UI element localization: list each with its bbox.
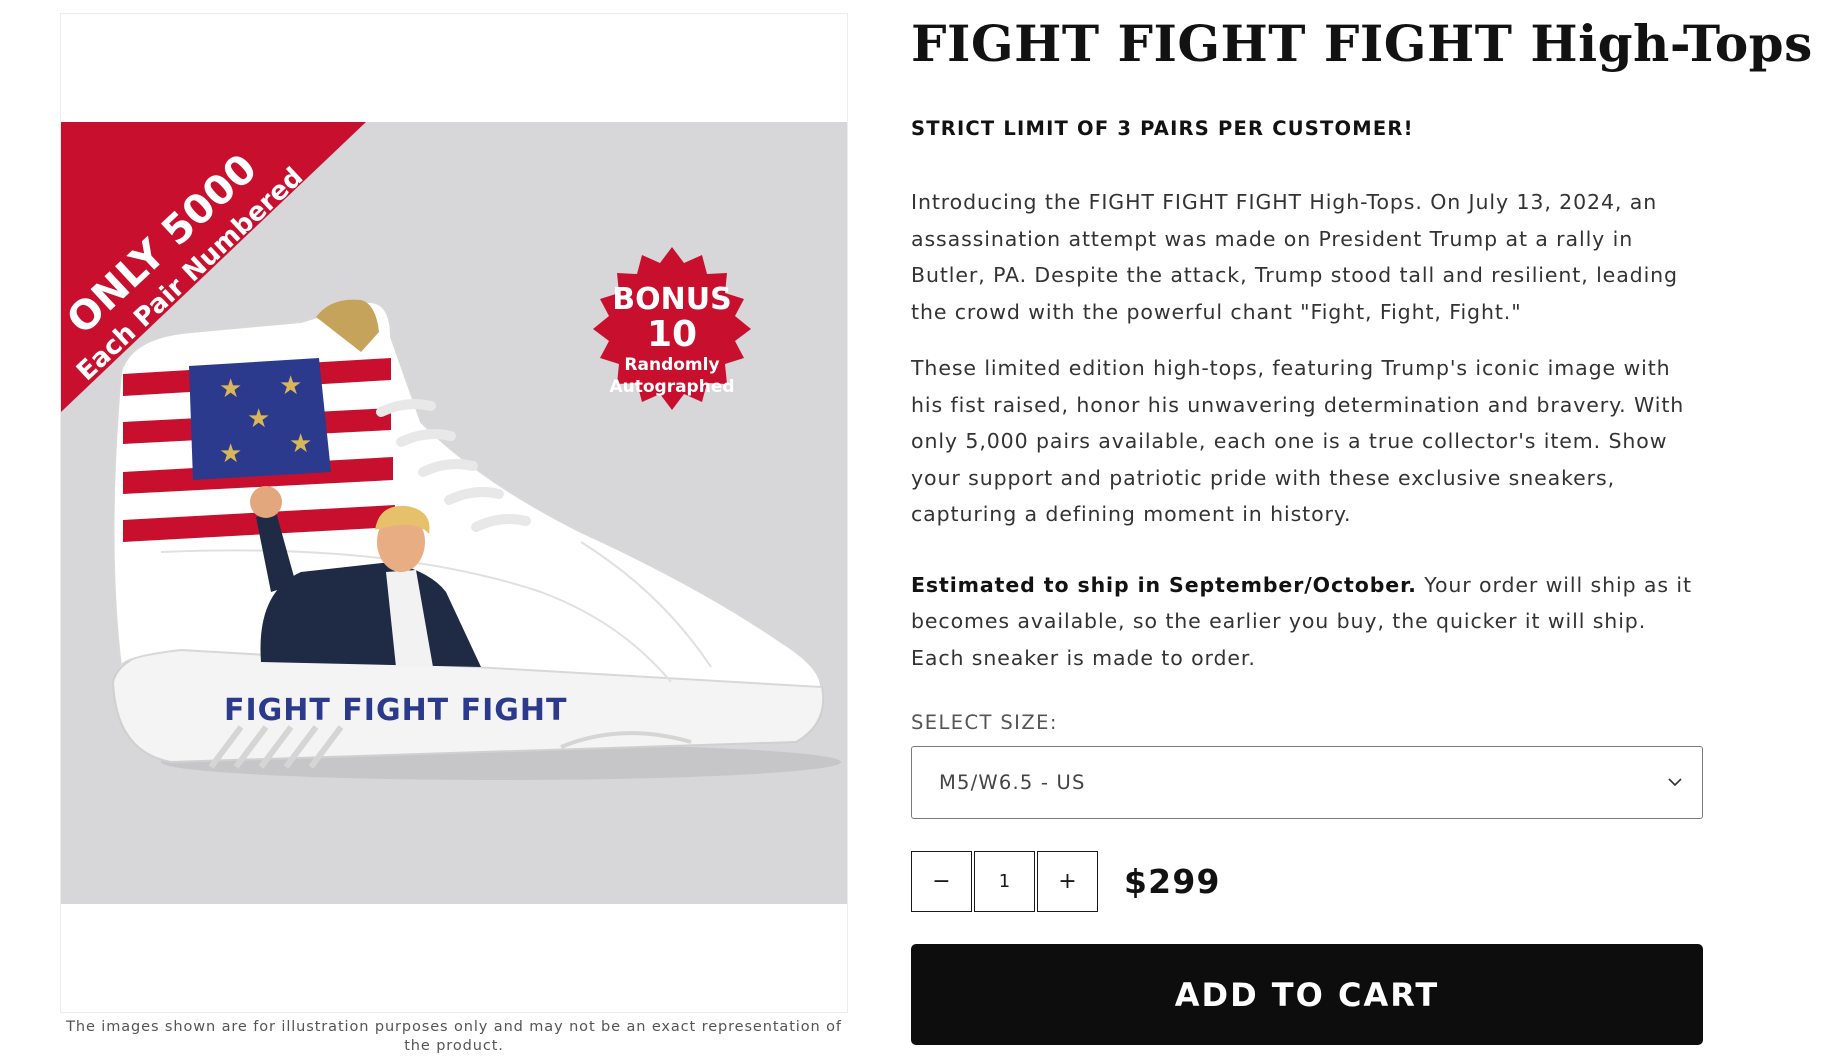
quantity-input[interactable]: 1	[974, 851, 1035, 912]
shipping-notice: Estimated to ship in September/October. …	[911, 567, 1703, 677]
quantity-decrement-button[interactable]: −	[911, 851, 972, 912]
bonus-line-4: Autographed	[609, 377, 734, 397]
description-paragraph-2: These limited edition high-tops, featuri…	[911, 356, 1685, 526]
quantity-row: − 1 + $299	[911, 851, 1221, 912]
shipping-estimate: Estimated to ship in September/October.	[911, 572, 1417, 597]
size-label: SELECT SIZE:	[911, 711, 1058, 734]
svg-text:★: ★	[247, 404, 270, 434]
shoe-illustration: ★ ★ ★ ★ ★ FIGHT FIGHT FIGHT ONLY 5000 Ea…	[61, 122, 841, 780]
product-image[interactable]: ★ ★ ★ ★ ★ FIGHT FIGHT FIGHT ONLY 5000 Ea…	[61, 122, 847, 904]
product-title: FIGHT FIGHT FIGHT High-Tops	[911, 14, 1813, 73]
svg-text:★: ★	[279, 371, 302, 401]
product-gallery: ★ ★ ★ ★ ★ FIGHT FIGHT FIGHT ONLY 5000 Ea…	[60, 13, 848, 1013]
size-selected-value: M5/W6.5 - US	[939, 771, 1086, 794]
description-paragraph-1: Introducing the FIGHT FIGHT FIGHT High-T…	[911, 190, 1678, 324]
bonus-line-2: 10	[647, 314, 697, 355]
shoe-text: FIGHT FIGHT FIGHT	[224, 693, 567, 728]
svg-text:★: ★	[219, 439, 242, 469]
limit-notice: STRICT LIMIT OF 3 PAIRS PER CUSTOMER!	[911, 117, 1414, 140]
svg-text:★: ★	[289, 429, 312, 459]
product-description: Introducing the FIGHT FIGHT FIGHT High-T…	[911, 184, 1703, 696]
add-to-cart-button[interactable]: ADD TO CART	[911, 944, 1703, 1045]
svg-text:★: ★	[219, 374, 242, 404]
bonus-line-1: BONUS	[612, 282, 731, 317]
size-select[interactable]: M5/W6.5 - US	[911, 746, 1703, 819]
chevron-down-icon	[1668, 778, 1682, 787]
product-price: $299	[1124, 862, 1221, 901]
quantity-increment-button[interactable]: +	[1037, 851, 1098, 912]
image-disclaimer: The images shown are for illustration pu…	[66, 1019, 842, 1054]
bonus-line-3: Randomly	[624, 355, 719, 375]
